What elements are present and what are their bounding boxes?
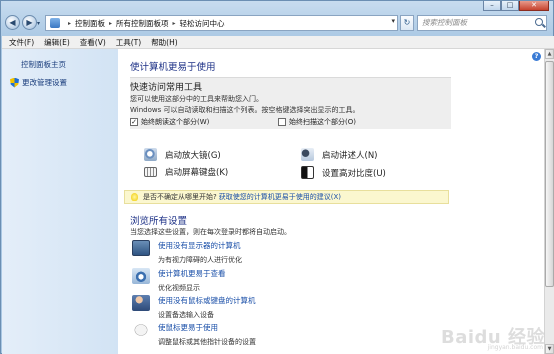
tool-label: 启动放大镜(G) bbox=[165, 150, 221, 161]
address-dropdown-icon[interactable]: ▾ bbox=[391, 17, 395, 25]
search-placeholder: 搜索控制面板 bbox=[422, 18, 467, 27]
breadcrumb-control-panel[interactable]: 控制面板 bbox=[75, 18, 105, 29]
use-without-mouse-keyboard-link[interactable]: 使用没有鼠标或键盘的计算机 bbox=[158, 295, 256, 306]
checkbox-checked[interactable]: ✓ bbox=[130, 118, 138, 126]
start-magnifier-link[interactable]: 启动放大镜(G) bbox=[144, 148, 221, 161]
menu-view[interactable]: 查看(V) bbox=[80, 37, 106, 48]
breadcrumb-all-items[interactable]: 所有控制面板项 bbox=[116, 18, 169, 29]
list-item: 使用没有鼠标或键盘的计算机 设置备选输入设备 bbox=[132, 295, 256, 320]
menu-edit[interactable]: 编辑(E) bbox=[44, 37, 70, 48]
quick-access-description: 您可以使用这部分中的工具来帮助您入门。 bbox=[130, 95, 263, 103]
minimize-button[interactable]: – bbox=[483, 1, 501, 11]
control-panel-icon bbox=[50, 18, 60, 28]
person-icon bbox=[132, 295, 150, 311]
vertical-scrollbar[interactable]: ▲ ▼ bbox=[544, 49, 554, 354]
magnifier-icon bbox=[144, 148, 157, 161]
sidebar-item-admin-settings[interactable]: 更改管理设置 bbox=[10, 77, 67, 88]
search-input[interactable]: 搜索控制面板 bbox=[417, 15, 547, 31]
set-high-contrast-link[interactable]: 设置高对比度(U) bbox=[301, 166, 386, 179]
keyboard-icon bbox=[144, 167, 157, 177]
menu-file[interactable]: 文件(F) bbox=[9, 37, 34, 48]
checkbox-unchecked[interactable] bbox=[278, 118, 286, 126]
baidu-watermark-url: jingyan.baidu.com bbox=[487, 344, 543, 351]
no-display-icon bbox=[132, 240, 150, 256]
help-icon[interactable]: ? bbox=[532, 52, 541, 61]
breadcrumb-separator[interactable]: ▸ bbox=[173, 20, 176, 27]
left-navigation: 控制面板主页 更改管理设置 bbox=[2, 49, 118, 354]
recommendation-bar: 是否不确定从哪里开始? 获取使您的计算机更易于使用的建议(X) bbox=[124, 190, 449, 204]
quick-access-instruction: Windows 可以自动读取和扫描这个列表。按空格键选择突出显示的工具。 bbox=[130, 106, 360, 114]
checkbox-label: 始终朗读这个部分(W) bbox=[141, 118, 210, 126]
lightbulb-icon bbox=[131, 193, 138, 201]
eye-icon bbox=[132, 268, 150, 284]
close-button[interactable]: ✕ bbox=[519, 1, 549, 11]
maximize-button[interactable]: □ bbox=[501, 1, 519, 11]
tip-text: 是否不确定从哪里开始? bbox=[143, 193, 217, 201]
forward-button[interactable]: ▶ bbox=[22, 15, 37, 30]
make-mouse-easier-link[interactable]: 使鼠标更易于使用 bbox=[158, 322, 256, 333]
tool-label: 设置高对比度(U) bbox=[322, 168, 386, 179]
back-button[interactable]: ◀ bbox=[5, 15, 20, 30]
get-recommendations-link[interactable]: 获取使您的计算机更易于使用的建议(X) bbox=[219, 192, 341, 202]
breadcrumb-separator[interactable]: ▸ bbox=[68, 20, 71, 27]
start-onscreen-keyboard-link[interactable]: 启动屏幕键盘(K) bbox=[144, 166, 228, 178]
search-icon bbox=[535, 18, 543, 26]
scroll-down-button[interactable]: ▼ bbox=[545, 344, 554, 354]
list-item: 使计算机更易于查看 优化视频显示 bbox=[132, 268, 226, 293]
high-contrast-icon bbox=[301, 166, 314, 179]
make-easier-to-see-link[interactable]: 使计算机更易于查看 bbox=[158, 268, 226, 279]
tool-label: 启动讲述人(N) bbox=[322, 150, 378, 161]
window-frame: – □ ✕ ◀ ▶ ▾ ▸ 控制面板 ▸ 所有控制面板项 ▸ 轻松访问中心 ▾ … bbox=[0, 0, 554, 354]
breadcrumb-ease-of-access[interactable]: 轻松访问中心 bbox=[180, 18, 225, 29]
shield-icon bbox=[10, 77, 19, 88]
scroll-up-button[interactable]: ▲ bbox=[545, 49, 554, 59]
browse-settings-description: 当您选择这些设置，则在每次登录时都将自动启动。 bbox=[130, 228, 291, 236]
item-description: 调整鼠标或其他指针设备的设置 bbox=[158, 338, 256, 346]
browse-settings-heading: 浏览所有设置 bbox=[130, 216, 188, 227]
tool-label: 启动屏幕键盘(K) bbox=[165, 168, 229, 178]
item-description: 设置备选输入设备 bbox=[158, 311, 214, 319]
sidebar-item-control-panel-home[interactable]: 控制面板主页 bbox=[21, 59, 66, 70]
quick-access-title: 快速访问常用工具 bbox=[130, 83, 203, 93]
title-bar: – □ ✕ bbox=[1, 1, 554, 11]
refresh-button[interactable]: ↻ bbox=[400, 15, 414, 31]
page-title: 使计算机更易于使用 bbox=[130, 62, 216, 73]
item-description: 优化视频显示 bbox=[158, 284, 200, 292]
breadcrumb-separator[interactable]: ▸ bbox=[109, 20, 112, 27]
menu-bar: 文件(F) 编辑(E) 查看(V) 工具(T) 帮助(H) bbox=[2, 36, 554, 49]
always-scan-checkbox[interactable]: 始终扫描这个部分(O) bbox=[278, 117, 356, 127]
recent-pages-dropdown[interactable]: ▾ bbox=[37, 20, 40, 27]
mouse-icon bbox=[132, 322, 150, 338]
checkbox-label: 始终扫描这个部分(O) bbox=[289, 118, 356, 126]
scroll-thumb[interactable] bbox=[545, 61, 554, 287]
menu-tools[interactable]: 工具(T) bbox=[116, 37, 141, 48]
start-narrator-link[interactable]: 启动讲述人(N) bbox=[301, 148, 378, 161]
always-read-checkbox[interactable]: ✓ 始终朗读这个部分(W) bbox=[130, 117, 209, 127]
window-controls: – □ ✕ bbox=[483, 1, 549, 11]
sidebar-item-label: 更改管理设置 bbox=[22, 78, 67, 87]
address-bar[interactable]: ▸ 控制面板 ▸ 所有控制面板项 ▸ 轻松访问中心 ▾ bbox=[45, 15, 398, 31]
item-description: 为有视力障碍的人进行优化 bbox=[158, 256, 242, 264]
use-without-display-link[interactable]: 使用没有显示器的计算机 bbox=[158, 240, 242, 251]
main-content: ? 使计算机更易于使用 快速访问常用工具 您可以使用这部分中的工具来帮助您入门。… bbox=[118, 49, 544, 354]
address-row: ◀ ▶ ▾ ▸ 控制面板 ▸ 所有控制面板项 ▸ 轻松访问中心 ▾ ↻ 搜索控制… bbox=[1, 12, 554, 34]
narrator-icon bbox=[301, 148, 314, 161]
menu-help[interactable]: 帮助(H) bbox=[151, 37, 178, 48]
list-item: 使用没有显示器的计算机 为有视力障碍的人进行优化 bbox=[132, 240, 242, 265]
list-item: 使鼠标更易于使用 调整鼠标或其他指针设备的设置 bbox=[132, 322, 256, 347]
